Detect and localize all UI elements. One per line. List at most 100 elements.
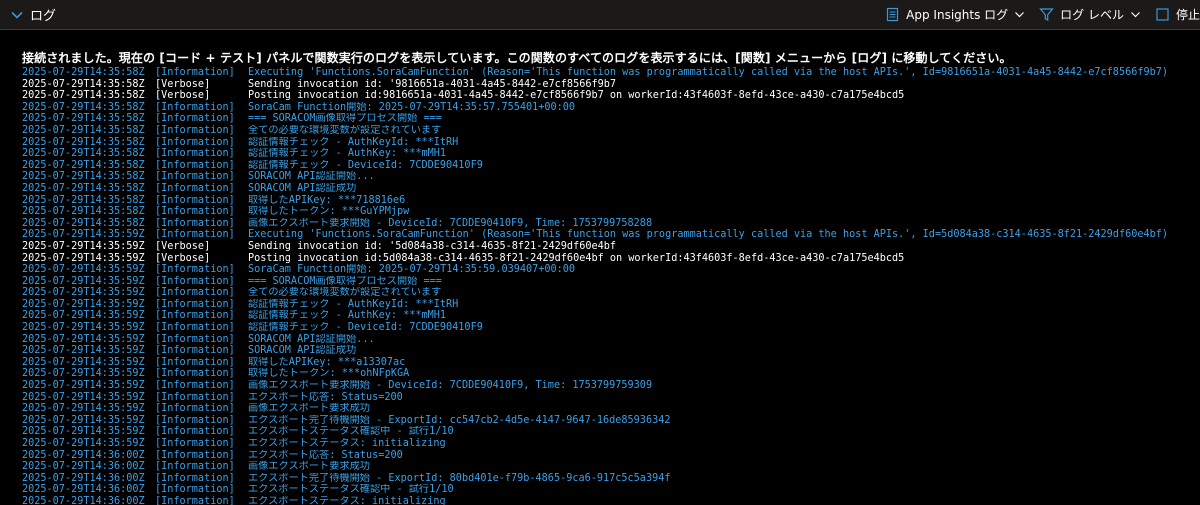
log-timestamp: 2025-07-29T14:35:58Z	[22, 113, 145, 125]
log-message: SORACOM API認証成功	[248, 345, 357, 357]
log-line: 2025-07-29T14:35:58Z [Verbose] Sending inv…	[22, 79, 1200, 91]
log-line: 2025-07-29T14:35:59Z [Information] エクスポートス…	[22, 438, 1200, 450]
log-level: [Information]	[155, 484, 235, 496]
log-level: [Information]	[155, 229, 235, 241]
log-line: 2025-07-29T14:35:59Z [Information] Executi…	[22, 229, 1200, 241]
log-timestamp: 2025-07-29T14:35:59Z	[22, 287, 145, 299]
app-insights-logs-label: App Insights ログ	[906, 8, 1009, 22]
log-message: 認証情報チェック - DeviceId: 7CDDE90410F9	[248, 322, 483, 334]
log-line: 2025-07-29T14:35:59Z [Information] 取得したAPI…	[22, 357, 1200, 369]
log-level: [Information]	[155, 159, 235, 171]
log-message: Posting invocation id:5d084a38-c314-4635…	[248, 252, 905, 264]
log-message: 認証情報チェック - DeviceId: 7CDDE90410F9	[248, 159, 483, 171]
log-message: エクスポートステータス: initializing	[248, 438, 446, 449]
log-message: エクスポート完了待機開始 - ExportId: 80bd401e-f79b-4…	[248, 472, 671, 484]
log-line: 2025-07-29T14:35:58Z [Information] 全ての必要な環…	[22, 125, 1200, 137]
collapse-toggle[interactable]: ログ	[0, 5, 56, 24]
log-timestamp: 2025-07-29T14:35:59Z	[22, 438, 145, 449]
log-line: 2025-07-29T14:35:59Z [Information] 画像エクスポー…	[22, 403, 1200, 415]
log-level: [Information]	[155, 472, 235, 484]
log-level: [Verbose]	[155, 240, 211, 252]
log-level: [Information]	[155, 194, 235, 206]
log-level-dropdown[interactable]: ログ レベル	[1039, 6, 1141, 23]
app-insights-logs-dropdown[interactable]: App Insights ログ	[885, 6, 1025, 23]
panel-title: ログ	[30, 9, 57, 24]
log-line: 2025-07-29T14:35:58Z [Information] 取得したトーク…	[22, 206, 1200, 218]
log-timestamp: 2025-07-29T14:35:59Z	[22, 414, 145, 426]
stop-button[interactable]: 停止	[1155, 6, 1200, 23]
log-message: 取得したトークン: ***GuYPMjpw	[248, 206, 410, 218]
log-message: エクスポートステータス確認中 - 試行1/10	[248, 484, 454, 496]
log-message: 画像エクスポート要求開始 - DeviceId: 7CDDE90410F9, T…	[248, 380, 653, 392]
log-timestamp: 2025-07-29T14:35:58Z	[22, 159, 145, 171]
log-line: 2025-07-29T14:35:59Z [Information] SORACOM…	[22, 345, 1200, 357]
log-level: [Information]	[155, 403, 235, 415]
log-timestamp: 2025-07-29T14:35:58Z	[22, 101, 145, 113]
filter-icon	[1039, 8, 1054, 21]
chevron-down-icon	[11, 11, 23, 19]
log-line: 2025-07-29T14:35:58Z [Verbose] Posting inv…	[22, 90, 1200, 102]
log-level: [Information]	[155, 322, 235, 334]
log-timestamp: 2025-07-29T14:35:58Z	[22, 67, 145, 78]
log-line: 2025-07-29T14:35:58Z [Information] 取得したAPI…	[22, 195, 1200, 207]
log-level: [Information]	[155, 171, 235, 183]
log-line: 2025-07-29T14:36:00Z [Information] エクスポートス…	[22, 496, 1200, 505]
log-timestamp: 2025-07-29T14:35:59Z	[22, 333, 145, 345]
log-level: [Information]	[155, 217, 235, 229]
log-timestamp: 2025-07-29T14:35:59Z	[22, 298, 145, 310]
log-line: 2025-07-29T14:35:59Z [Information] エクスポート完…	[22, 415, 1200, 427]
log-timestamp: 2025-07-29T14:35:59Z	[22, 240, 145, 252]
log-level: [Verbose]	[155, 90, 211, 102]
log-timestamp: 2025-07-29T14:35:59Z	[22, 229, 145, 241]
log-line: 2025-07-29T14:35:59Z [Information] 認証情報チェッ…	[22, 310, 1200, 322]
stop-label: 停止	[1175, 8, 1200, 22]
log-level: [Information]	[155, 438, 235, 449]
log-console[interactable]: 接続されました。現在の [コード + テスト] パネルで関数実行のログを表示して…	[0, 31, 1200, 505]
header-toolbar: App Insights ログ ログ レベル 停止	[885, 0, 1200, 30]
log-level: [Information]	[155, 333, 235, 345]
log-level: [Information]	[155, 414, 235, 426]
log-line: 2025-07-29T14:35:59Z [Information] 画像エクスポー…	[22, 380, 1200, 392]
log-line: 2025-07-29T14:36:00Z [Information] エクスポートス…	[22, 484, 1200, 496]
log-level: [Information]	[155, 368, 235, 380]
log-line: 2025-07-29T14:35:58Z [Information] 画像エクスポー…	[22, 218, 1200, 230]
log-level: [Information]	[155, 449, 235, 461]
log-message: 取得したトークン: ***ohNFpKGA	[248, 368, 410, 380]
log-message: SoraCam Function開始: 2025-07-29T14:35:57.…	[248, 101, 576, 113]
log-level: [Information]	[155, 113, 235, 125]
log-line: 2025-07-29T14:35:58Z [Information] SoraCam…	[22, 102, 1200, 114]
log-timestamp: 2025-07-29T14:35:59Z	[22, 264, 145, 276]
log-timestamp: 2025-07-29T14:35:58Z	[22, 124, 145, 136]
log-timestamp: 2025-07-29T14:36:00Z	[22, 472, 145, 484]
log-line: 2025-07-29T14:35:58Z [Information] 認証情報チェッ…	[22, 160, 1200, 172]
log-timestamp: 2025-07-29T14:36:00Z	[22, 461, 145, 473]
log-message: 取得したAPIKey: ***a13307ac	[248, 356, 406, 368]
log-line: 2025-07-29T14:35:59Z [Information] SoraCam…	[22, 264, 1200, 276]
log-timestamp: 2025-07-29T14:35:59Z	[22, 310, 145, 322]
document-list-icon	[887, 7, 899, 22]
log-timestamp: 2025-07-29T14:35:59Z	[22, 368, 145, 380]
log-line: 2025-07-29T14:35:58Z [Information] 認証情報チェッ…	[22, 148, 1200, 160]
log-timestamp: 2025-07-29T14:35:59Z	[22, 403, 145, 415]
log-message: 認証情報チェック - AuthKey: ***mMH1	[248, 148, 447, 160]
log-level: [Information]	[155, 67, 235, 78]
log-message: 画像エクスポート要求成功	[248, 403, 370, 415]
log-line: 2025-07-29T14:35:58Z [Information] SORACOM…	[22, 171, 1200, 183]
log-timestamp: 2025-07-29T14:36:00Z	[22, 495, 145, 505]
log-line: 2025-07-29T14:36:00Z [Information] エクスポート応…	[22, 450, 1200, 462]
log-level: [Information]	[155, 287, 235, 299]
log-level: [Information]	[155, 356, 235, 368]
log-line: 2025-07-29T14:35:59Z [Verbose] Posting inv…	[22, 253, 1200, 265]
log-level: [Information]	[155, 298, 235, 310]
log-timestamp: 2025-07-29T14:35:59Z	[22, 391, 145, 403]
log-timestamp: 2025-07-29T14:35:59Z	[22, 356, 145, 368]
log-timestamp: 2025-07-29T14:35:58Z	[22, 217, 145, 229]
log-level: [Information]	[155, 124, 235, 136]
log-level: [Information]	[155, 206, 235, 218]
log-level: [Information]	[155, 426, 235, 438]
log-message: 全ての必要な環境変数が設定されています	[248, 124, 442, 136]
log-timestamp: 2025-07-29T14:35:58Z	[22, 194, 145, 206]
log-message: 画像エクスポート要求成功	[248, 461, 370, 473]
stop-icon	[1156, 8, 1169, 21]
log-message: SORACOM API認証成功	[248, 182, 357, 194]
